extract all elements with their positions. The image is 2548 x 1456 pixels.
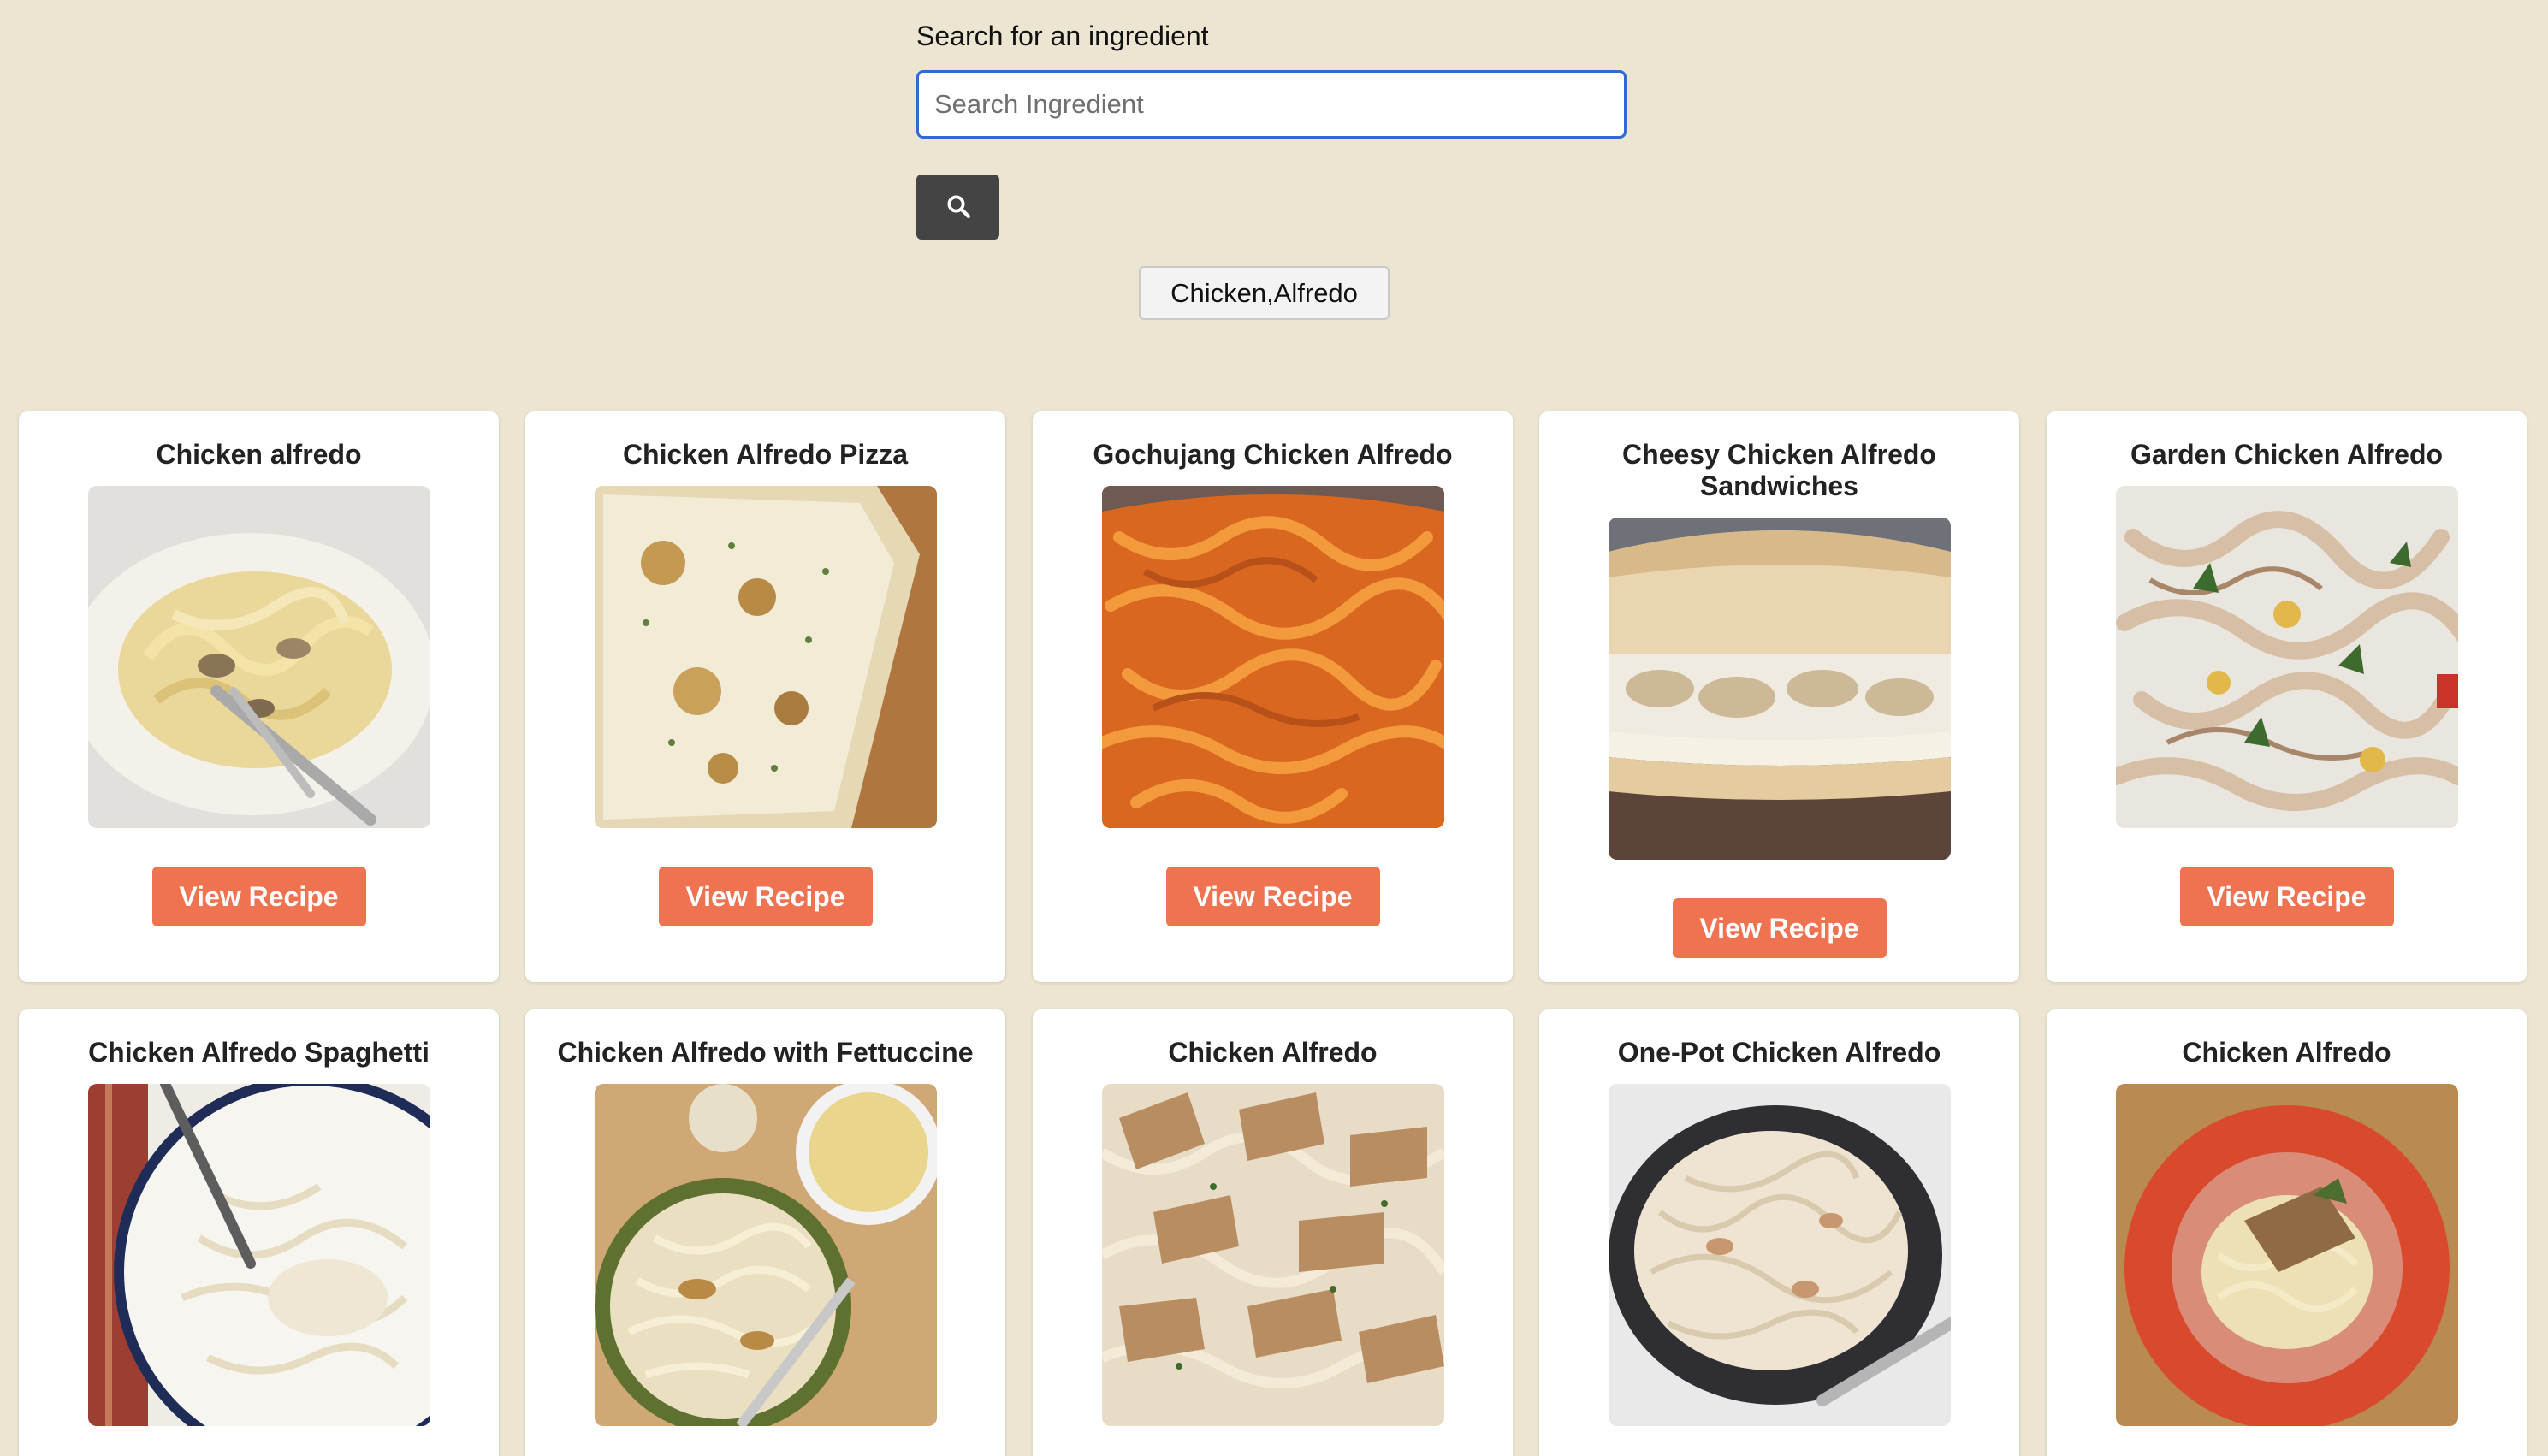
recipe-image[interactable] — [1608, 1084, 1951, 1426]
recipe-title: Cheesy Chicken Alfredo Sandwiches — [1622, 439, 1936, 501]
recipe-image[interactable] — [87, 1084, 430, 1426]
recipe-image[interactable] — [87, 486, 430, 828]
recipe-card: One-Pot Chicken Alfredo — [1539, 1009, 2019, 1456]
recipe-title: Chicken Alfredo — [2182, 1037, 2391, 1068]
recipe-title: Chicken Alfredo — [1168, 1037, 1378, 1068]
query-chip[interactable]: Chicken,Alfredo — [1139, 266, 1390, 320]
recipe-title: Chicken Alfredo Pizza — [622, 439, 909, 470]
recipe-card: Chicken Alfredo — [1033, 1009, 1513, 1456]
recipe-search-page: Search for an ingredient Chicken,Alfredo… — [0, 0, 2548, 1456]
view-recipe-button[interactable]: View Recipe — [658, 867, 873, 926]
view-recipe-button[interactable]: View Recipe — [1165, 867, 1380, 926]
search-icon — [945, 193, 971, 222]
recipe-card: Cheesy Chicken Alfredo Sandwiches View R… — [1539, 411, 2019, 982]
recipe-title: Chicken Alfredo Spaghetti — [88, 1037, 430, 1068]
recipe-card: Garden Chicken Alfredo View Recipe — [2047, 411, 2527, 982]
recipe-image[interactable] — [1101, 1084, 1444, 1426]
recipe-card: Chicken Alfredo Spaghetti — [19, 1009, 499, 1456]
recipe-title: Chicken Alfredo with Fettuccine — [557, 1037, 974, 1068]
recipe-title: Gochujang Chicken Alfredo — [1093, 439, 1453, 470]
recipe-image[interactable] — [2115, 1084, 2458, 1426]
recipe-card: Chicken Alfredo Pizza View Recipe — [525, 411, 1005, 982]
recipe-title: Garden Chicken Alfredo — [2130, 439, 2444, 470]
recipe-image[interactable] — [594, 1084, 937, 1426]
search-input[interactable] — [916, 70, 1627, 139]
recipe-card: Gochujang Chicken Alfredo View Recipe — [1033, 411, 1513, 982]
recipe-card: Chicken Alfredo with Fettuccine — [525, 1009, 1005, 1456]
recipe-image[interactable] — [594, 486, 937, 828]
view-recipe-button[interactable]: View Recipe — [151, 867, 366, 926]
recipe-image[interactable] — [1608, 518, 1951, 860]
recipe-card: Chicken alfredo View Recipe — [19, 411, 499, 982]
recipe-title: Chicken alfredo — [156, 439, 362, 470]
recipe-title: One-Pot Chicken Alfredo — [1617, 1037, 1941, 1068]
recipe-card: Chicken Alfredo — [2047, 1009, 2527, 1456]
view-recipe-button[interactable]: View Recipe — [2179, 867, 2394, 926]
recipe-image[interactable] — [1101, 486, 1444, 828]
search-label: Search for an ingredient — [916, 21, 1209, 51]
view-recipe-button[interactable]: View Recipe — [1672, 898, 1887, 958]
recipe-image[interactable] — [2115, 486, 2458, 828]
search-button[interactable] — [916, 175, 999, 240]
